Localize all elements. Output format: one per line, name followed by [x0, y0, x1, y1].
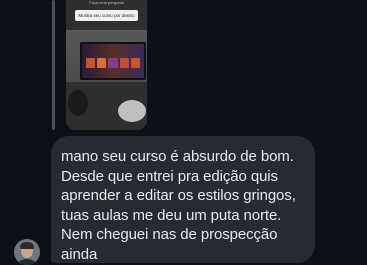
story-photo-object	[68, 90, 88, 116]
question-caption: Faça uma pergunta	[89, 0, 124, 5]
question-sticker: Mostra seu curso por dentro	[75, 10, 138, 21]
replied-story-thumbnail[interactable]: Faça uma pergunta Mostra seu curso por d…	[66, 0, 147, 130]
story-photo-light	[118, 100, 146, 122]
message-text: mano seu curso é absurdo de bom. Desde q…	[61, 148, 296, 263]
reply-indicator-bar	[52, 0, 55, 130]
story-photo-monitor	[80, 42, 146, 80]
message-bubble[interactable]: mano seu curso é absurdo de bom. Desde q…	[51, 136, 315, 263]
story-question-header: Faça uma pergunta Mostra seu curso por d…	[66, 0, 147, 30]
sender-avatar[interactable]	[14, 239, 40, 265]
